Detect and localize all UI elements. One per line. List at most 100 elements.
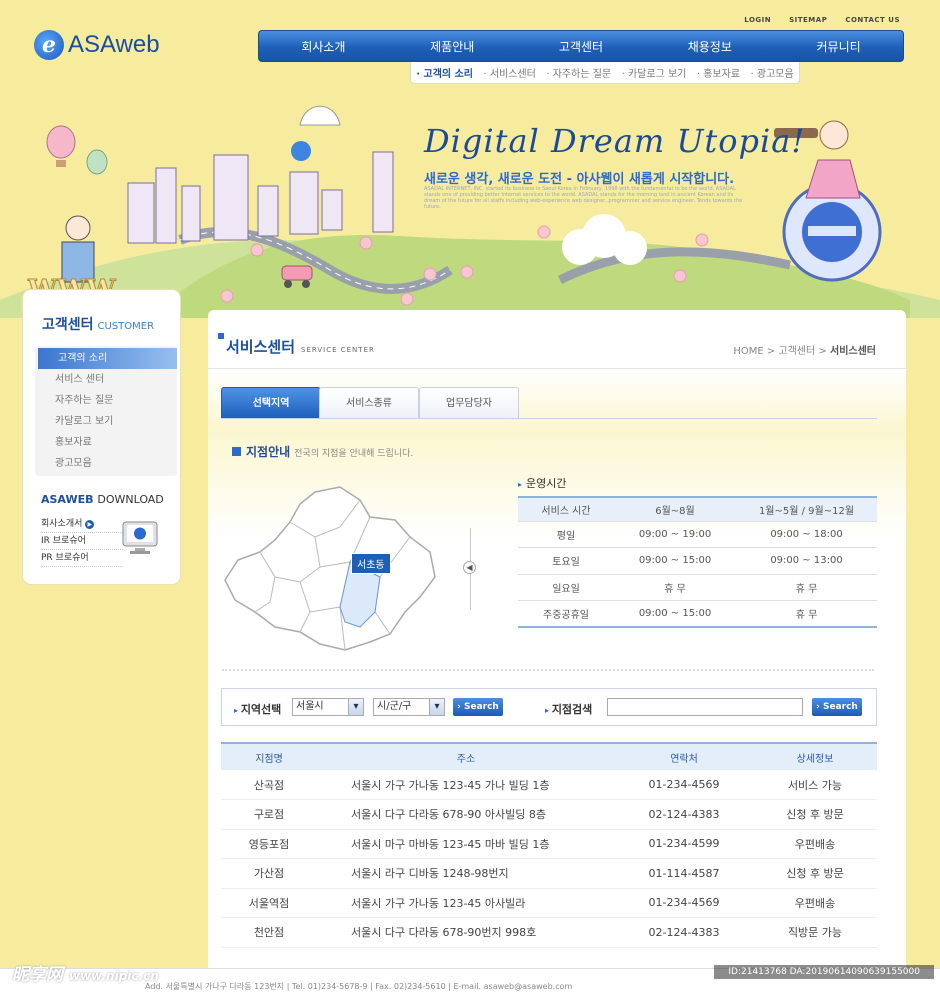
sub-nav: · 고객의 소리 · 서비스센터 · 자주하는 질문 · 카달로그 보기 · 홍…	[410, 62, 800, 84]
contact-link[interactable]: CONTACT US	[845, 16, 900, 24]
parachute-e-icon	[291, 105, 341, 161]
hours-table: 서비스 시간 6월~8월 1월~5월 / 9월~12월 평일 09:00 ~ 19:00…	[518, 496, 877, 628]
hours-cell: 평일	[518, 521, 614, 548]
sidebar-item-service[interactable]: 서비스 센터	[35, 369, 177, 390]
branch-search-label: 지점검색	[545, 701, 592, 717]
hours-row: 주중공휴일 09:00 ~ 15:00 휴 무	[518, 600, 877, 628]
download-pr-brochure[interactable]: PR 브로슈어	[41, 550, 123, 567]
city-select[interactable]: 서울시	[292, 698, 364, 716]
download-title: ASAWEB DOWNLOAD	[41, 493, 164, 506]
login-link[interactable]: LOGIN	[744, 16, 771, 24]
detail-cell: 직방문 가능	[753, 917, 877, 948]
address-cell: 서울시 다구 다라동 678-90번지 998호	[317, 917, 615, 948]
detail-cell: 우편배송	[753, 829, 877, 859]
table-row[interactable]: 산곡점 서울시 가구 가나동 123-45 가나 빌딩 1층 01-234-4569…	[221, 770, 877, 800]
hours-cell: 6월~8월	[614, 497, 736, 522]
sidebar-item-ads[interactable]: 광고모음	[35, 453, 177, 474]
hours-cell: 09:00 ~ 18:00	[736, 521, 877, 548]
hours-cell: 09:00 ~ 13:00	[736, 547, 877, 575]
play-circle-icon: ▶	[85, 520, 95, 529]
hours-row: 평일 09:00 ~ 19:00 09:00 ~ 18:00	[518, 521, 877, 548]
content-tabs: 선택지역 서비스종류 업무담당자	[221, 387, 877, 419]
phone-cell: 01-114-4587	[615, 858, 753, 889]
download-ir-brochure[interactable]: IR 브로슈어	[41, 533, 123, 550]
tab-service-type[interactable]: 서비스종류	[319, 387, 419, 418]
subnav-voice[interactable]: · 고객의 소리	[416, 65, 473, 80]
sitemap-link[interactable]: SITEMAP	[789, 16, 827, 24]
footer-address: Add. 서울특별시 가나구 다라동 123번지 | Tel. 01)234-5…	[145, 982, 573, 991]
col-phone: 연락처	[615, 742, 753, 770]
logo-text: ASAweb	[68, 31, 160, 58]
nav-products[interactable]: 제품안내	[430, 38, 474, 55]
region-label: 지역선택	[234, 701, 281, 717]
sidebar: 고객센터 CUSTOMER 고객의 소리 서비스 센터 자주하는 질문 카달로그 …	[23, 290, 180, 584]
region-search-button[interactable]: › Search	[453, 698, 503, 716]
site-logo[interactable]: e ASAweb	[34, 30, 160, 60]
tab-region[interactable]: 선택지역	[221, 387, 321, 418]
detail-cell: 우편배송	[753, 888, 877, 918]
sidebar-item-faq[interactable]: 자주하는 질문	[35, 390, 177, 411]
hours-cell: 일요일	[518, 574, 614, 601]
table-row[interactable]: 천안점 서울시 다구 다라동 678-90번지 998호 02-124-4383 직방…	[221, 917, 877, 948]
download-company-intro[interactable]: 회사소개서 ▶	[41, 516, 123, 533]
crumb-current: 서비스센터	[830, 346, 876, 357]
address-cell: 서울시 가구 가나동 123-45 가나 빌딩 1층	[317, 770, 615, 800]
hours-cell: 휴 무	[614, 574, 736, 601]
phone-cell: 01-234-4599	[615, 829, 753, 859]
subnav-ads[interactable]: · 광고모음	[751, 65, 794, 80]
branch-search-input[interactable]	[607, 698, 803, 716]
nav-community[interactable]: 커뮤니티	[817, 38, 861, 55]
phone-cell: 02-124-4383	[615, 799, 753, 830]
map-location-badge[interactable]: 서초동	[351, 553, 391, 574]
address-cell: 서울시 라구 디바동 1248-98번지	[317, 858, 615, 889]
detail-cell: 신청 후 방문	[753, 858, 877, 889]
detail-cell: 서비스 가능	[753, 770, 877, 800]
sidebar-title: 고객센터 CUSTOMER	[42, 317, 155, 333]
subnav-service[interactable]: · 서비스센터	[484, 65, 536, 80]
address-cell: 서울시 다구 다라동 678-90 아사빌딩 8층	[317, 799, 615, 830]
hours-cell: 09:00 ~ 15:00	[614, 600, 736, 628]
hours-cell: 09:00 ~ 15:00	[614, 547, 736, 575]
subnav-pr[interactable]: · 홍보자료	[697, 65, 740, 80]
page-title: 서비스센터 SERVICE CENTER	[218, 333, 375, 356]
sidebar-item-catalog[interactable]: 카달로그 보기	[35, 411, 177, 432]
clouds	[562, 214, 647, 265]
man-character-icon	[61, 215, 95, 283]
crumb-home[interactable]: HOME	[733, 346, 763, 357]
col-address: 주소	[317, 742, 615, 770]
sidebar-item-pr[interactable]: 홍보자료	[35, 432, 177, 453]
watermark-brand: 昵享网 www.nipic.cn	[12, 965, 159, 985]
hours-row: 일요일 휴 무휴 무	[518, 574, 877, 601]
hot-air-balloon-icon	[46, 125, 108, 175]
subnav-catalog[interactable]: · 카달로그 보기	[622, 65, 687, 80]
branch-name-cell: 영등포점	[221, 829, 317, 859]
crumb-support[interactable]: 고객센터	[778, 346, 815, 357]
table-row[interactable]: 가산점 서울시 라구 디바동 1248-98번지 01-114-4587 신청 후 방…	[221, 858, 877, 889]
table-row[interactable]: 구로점 서울시 다구 다라동 678-90 아사빌딩 8층 02-124-4383 신…	[221, 799, 877, 830]
title-divider	[208, 368, 906, 369]
seoul-district-map[interactable]	[220, 482, 440, 652]
hero-slogan: Digital Dream Utopia!	[424, 122, 806, 160]
subnav-faq[interactable]: · 자주하는 질문	[546, 65, 611, 80]
tab-staff[interactable]: 업무담당자	[419, 387, 519, 418]
watermark-id: ID:21413768 DA:20190614090639155000	[714, 965, 934, 979]
table-row[interactable]: 영등포점 서울시 마구 마바동 123-45 마바 빌딩 1층 01-234-459…	[221, 829, 877, 859]
branch-name-cell: 가산점	[221, 858, 317, 889]
branch-table-header: 지점명 주소 연락처 상세정보	[221, 742, 877, 770]
district-select[interactable]: 시/군/구	[373, 698, 445, 716]
detail-cell: 신청 후 방문	[753, 799, 877, 830]
nav-company[interactable]: 회사소개	[301, 38, 345, 55]
address-cell: 서울시 마구 마바동 123-45 마바 빌딩 1층	[317, 829, 615, 859]
sidebar-item-voice[interactable]: 고객의 소리	[38, 348, 177, 369]
nav-support[interactable]: 고객센터	[559, 38, 603, 55]
nav-recruit[interactable]: 채용정보	[688, 38, 732, 55]
table-row[interactable]: 서울역점 서울시 가구 가나동 123-45 아사빌라 01-234-4569 우편배…	[221, 888, 877, 918]
branch-search-button[interactable]: › Search	[812, 698, 862, 716]
hours-row: 토요일 09:00 ~ 15:00 09:00 ~ 13:00	[518, 547, 877, 575]
branch-name-cell: 구로점	[221, 799, 317, 830]
hours-cell: 09:00 ~ 19:00	[614, 521, 736, 548]
branch-name-cell: 서울역점	[221, 888, 317, 918]
chevron-left-icon[interactable]: ◀	[463, 561, 476, 574]
utility-links: LOGIN SITEMAP CONTACT US	[744, 16, 900, 24]
download-list: 회사소개서 ▶ IR 브로슈어 PR 브로슈어	[41, 516, 123, 567]
